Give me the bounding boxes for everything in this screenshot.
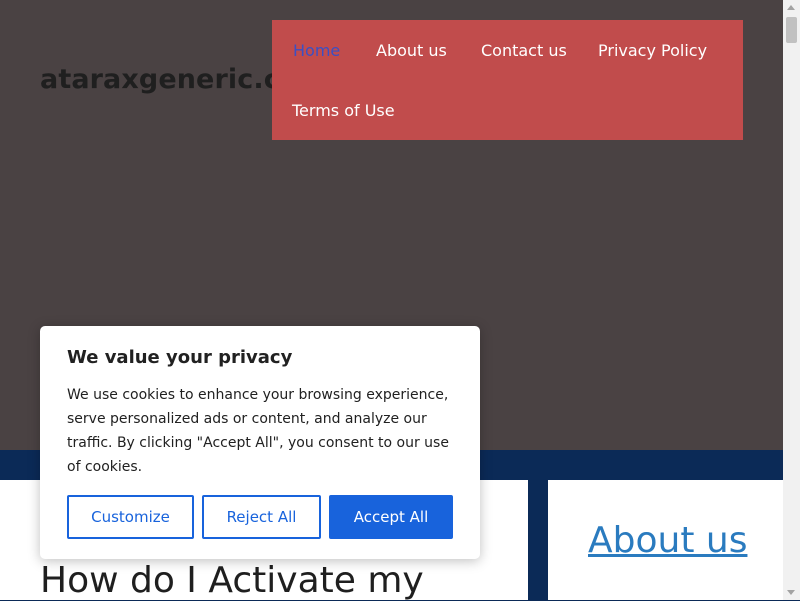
- nav-item-about-us[interactable]: About us: [376, 41, 447, 60]
- scroll-down-arrow-icon[interactable]: [787, 590, 795, 595]
- nav-item-contact-us[interactable]: Contact us: [481, 41, 567, 60]
- nav-item-terms-of-use[interactable]: Terms of Use: [292, 101, 395, 120]
- sidebar-card: About us: [548, 480, 783, 600]
- accept-all-button[interactable]: Accept All: [329, 495, 453, 539]
- cookie-title: We value your privacy: [67, 347, 293, 368]
- sidebar-about-us-link[interactable]: About us: [588, 520, 747, 561]
- scroll-up-arrow-icon[interactable]: [787, 5, 795, 10]
- cookie-body-text: We use cookies to enhance your browsing …: [67, 387, 449, 475]
- post-title[interactable]: How do I Activate my: [40, 560, 424, 601]
- sidebar-heading: About us: [588, 520, 747, 561]
- vertical-scrollbar[interactable]: [783, 0, 800, 600]
- main-nav: Home About us Contact us Privacy Policy …: [272, 20, 743, 140]
- reject-all-button[interactable]: Reject All: [202, 495, 321, 539]
- cookie-consent-dialog: We value your privacy We use cookies to …: [40, 326, 480, 559]
- customize-button[interactable]: Customize: [67, 495, 194, 539]
- scroll-thumb[interactable]: [786, 17, 797, 43]
- nav-item-privacy-policy[interactable]: Privacy Policy: [598, 41, 707, 60]
- nav-item-home[interactable]: Home: [293, 41, 340, 60]
